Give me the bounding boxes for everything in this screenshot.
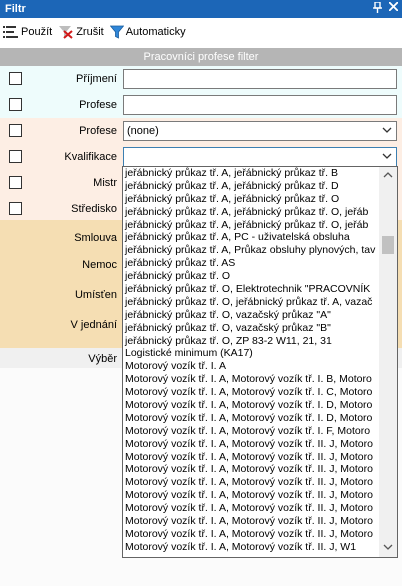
nemoc-label: Nemoc bbox=[82, 259, 117, 271]
close-icon[interactable] bbox=[388, 1, 399, 16]
apply-filter-icon bbox=[3, 25, 19, 39]
profese-combo-label: Profese bbox=[79, 125, 117, 137]
automatic-label: Automaticky bbox=[125, 26, 186, 38]
dropdown-item[interactable]: Logistické minimum (KA17) bbox=[123, 347, 379, 360]
row-profese-text: Profese bbox=[0, 92, 402, 118]
dropdown-item[interactable]: jeřábnický průkaz tř. A, jeřábnický průk… bbox=[123, 167, 379, 180]
prijmeni-label: Příjmení bbox=[76, 73, 117, 85]
panel-title: Filtr bbox=[5, 3, 26, 15]
dropdown-item[interactable]: jeřábnický průkaz tř. A, jeřábnický průk… bbox=[123, 193, 379, 206]
dropdown-item[interactable]: Motorový vozík tř. I. A, Motorový vozík … bbox=[123, 528, 379, 541]
umisten-label: Umísťen bbox=[74, 289, 117, 301]
kvalifikace-checkbox[interactable] bbox=[9, 150, 22, 163]
kvalifikace-dropdown-list[interactable]: jeřábnický průkaz tř. A, jeřábnický průk… bbox=[122, 166, 398, 558]
dropdown-item[interactable]: jeřábnický průkaz tř. O bbox=[123, 270, 379, 283]
vyber-label: Výběr bbox=[88, 353, 117, 365]
dropdown-item[interactable]: Motorový vozík tř. I. A, Motorový vozík … bbox=[123, 451, 379, 464]
kvalifikace-label: Kvalifikace bbox=[64, 151, 117, 163]
dropdown-item[interactable]: Motorový vozík tř. I. A, Motorový vozík … bbox=[123, 541, 379, 554]
dropdown-items: jeřábnický průkaz tř. A, jeřábnický průk… bbox=[123, 167, 379, 557]
funnel-icon bbox=[109, 25, 124, 39]
apply-button[interactable]: Použít bbox=[3, 25, 52, 39]
prijmeni-input[interactable] bbox=[123, 69, 397, 89]
profese-combo-checkbox[interactable] bbox=[9, 124, 22, 137]
dropdown-item[interactable]: jeřábnický průkaz tř. O, vazačský průkaz… bbox=[123, 322, 379, 335]
scroll-down-icon[interactable] bbox=[383, 542, 393, 554]
profese-text-label: Profese bbox=[79, 99, 117, 111]
cancel-filter-icon bbox=[58, 25, 74, 39]
row-prijmeni: Příjmení bbox=[0, 66, 402, 92]
dropdown-item[interactable]: jeřábnický průkaz tř. AS bbox=[123, 257, 379, 270]
dropdown-item[interactable]: jeřábnický průkaz tř. A, jeřábnický průk… bbox=[123, 219, 379, 232]
stredisko-label: Středisko bbox=[71, 203, 117, 215]
panel-titlebar: Filtr bbox=[0, 0, 402, 18]
row-profese-combo: Profese (none) bbox=[0, 118, 402, 144]
smlouva-label: Smlouva bbox=[74, 232, 117, 244]
vjednani-label: V jednání bbox=[70, 319, 117, 331]
scroll-up-icon[interactable] bbox=[383, 170, 393, 182]
apply-label: Použít bbox=[21, 26, 53, 38]
dropdown-item[interactable]: Motorový vozík tř. I. A, Motorový vozík … bbox=[123, 373, 379, 386]
dropdown-item[interactable]: Motorový vozík tř. I. A, Motorový vozík … bbox=[123, 515, 379, 528]
dropdown-item[interactable]: jeřábnický průkaz tř. A, PC - uživatelsk… bbox=[123, 231, 379, 244]
automatic-button[interactable]: Automaticky bbox=[109, 25, 186, 39]
dropdown-item[interactable]: Motorový vozík tř. I. A, Motorový vozík … bbox=[123, 502, 379, 515]
dropdown-item[interactable]: jeřábnický průkaz tř. O, Elektrotechnik … bbox=[123, 283, 379, 296]
dropdown-item[interactable]: Motorový vozík tř. I. A, Motorový vozík … bbox=[123, 438, 379, 451]
prijmeni-checkbox[interactable] bbox=[9, 72, 22, 85]
profese-text-input[interactable] bbox=[123, 95, 397, 115]
dropdown-item[interactable]: jeřábnický průkaz tř. O, ZP 83-2 W11, 21… bbox=[123, 335, 379, 348]
dropdown-item[interactable]: jeřábnický průkaz tř. A, Průkaz obsluhy … bbox=[123, 244, 379, 257]
dropdown-item[interactable]: jeřábnický průkaz tř. A, jeřábnický průk… bbox=[123, 180, 379, 193]
dropdown-item[interactable]: Motorový vozík tř. I. A, Motorový vozík … bbox=[123, 476, 379, 489]
cancel-label: Zrušit bbox=[76, 26, 104, 38]
chevron-down-icon[interactable] bbox=[382, 151, 392, 164]
profese-combo-value: (none) bbox=[127, 125, 159, 137]
dropdown-item[interactable]: Motorový vozík tř. I. A bbox=[123, 360, 379, 373]
section-header: Pracovníci profese filter bbox=[0, 48, 402, 66]
mistr-checkbox[interactable] bbox=[9, 176, 22, 189]
dropdown-item[interactable]: Motorový vozík tř. I. A, Motorový vozík … bbox=[123, 425, 379, 438]
dropdown-scrollbar[interactable] bbox=[379, 167, 397, 557]
profese-text-checkbox[interactable] bbox=[9, 98, 22, 111]
dropdown-item[interactable]: Motorový vozík tř. I. A, Motorový vozík … bbox=[123, 399, 379, 412]
pin-icon[interactable] bbox=[373, 1, 382, 16]
kvalifikace-combo[interactable] bbox=[123, 147, 397, 167]
dropdown-item[interactable]: Motorový vozík tř. I. A, Motorový vozík … bbox=[123, 463, 379, 476]
cancel-button[interactable]: Zrušit bbox=[58, 25, 104, 39]
chevron-down-icon[interactable] bbox=[382, 125, 392, 138]
dropdown-item[interactable]: jeřábnický průkaz tř. A, jeřábnický průk… bbox=[123, 206, 379, 219]
dropdown-item[interactable]: Motorový vozík tř. I. A, Motorový vozík … bbox=[123, 412, 379, 425]
dropdown-item[interactable]: jeřábnický průkaz tř. O, jeřábnický průk… bbox=[123, 296, 379, 309]
profese-combo[interactable]: (none) bbox=[123, 121, 397, 141]
dropdown-item[interactable]: Motorový vozík tř. I. A, Motorový vozík … bbox=[123, 386, 379, 399]
filter-toolbar: Použít Zrušit Automaticky bbox=[0, 18, 402, 46]
mistr-label: Mistr bbox=[93, 177, 117, 189]
dropdown-item[interactable]: Motorový vozík tř. I. A, Motorový vozík … bbox=[123, 489, 379, 502]
scrollbar-thumb[interactable] bbox=[382, 236, 394, 254]
dropdown-item[interactable]: jeřábnický průkaz tř. O, vazačský průkaz… bbox=[123, 309, 379, 322]
stredisko-checkbox[interactable] bbox=[9, 202, 22, 215]
